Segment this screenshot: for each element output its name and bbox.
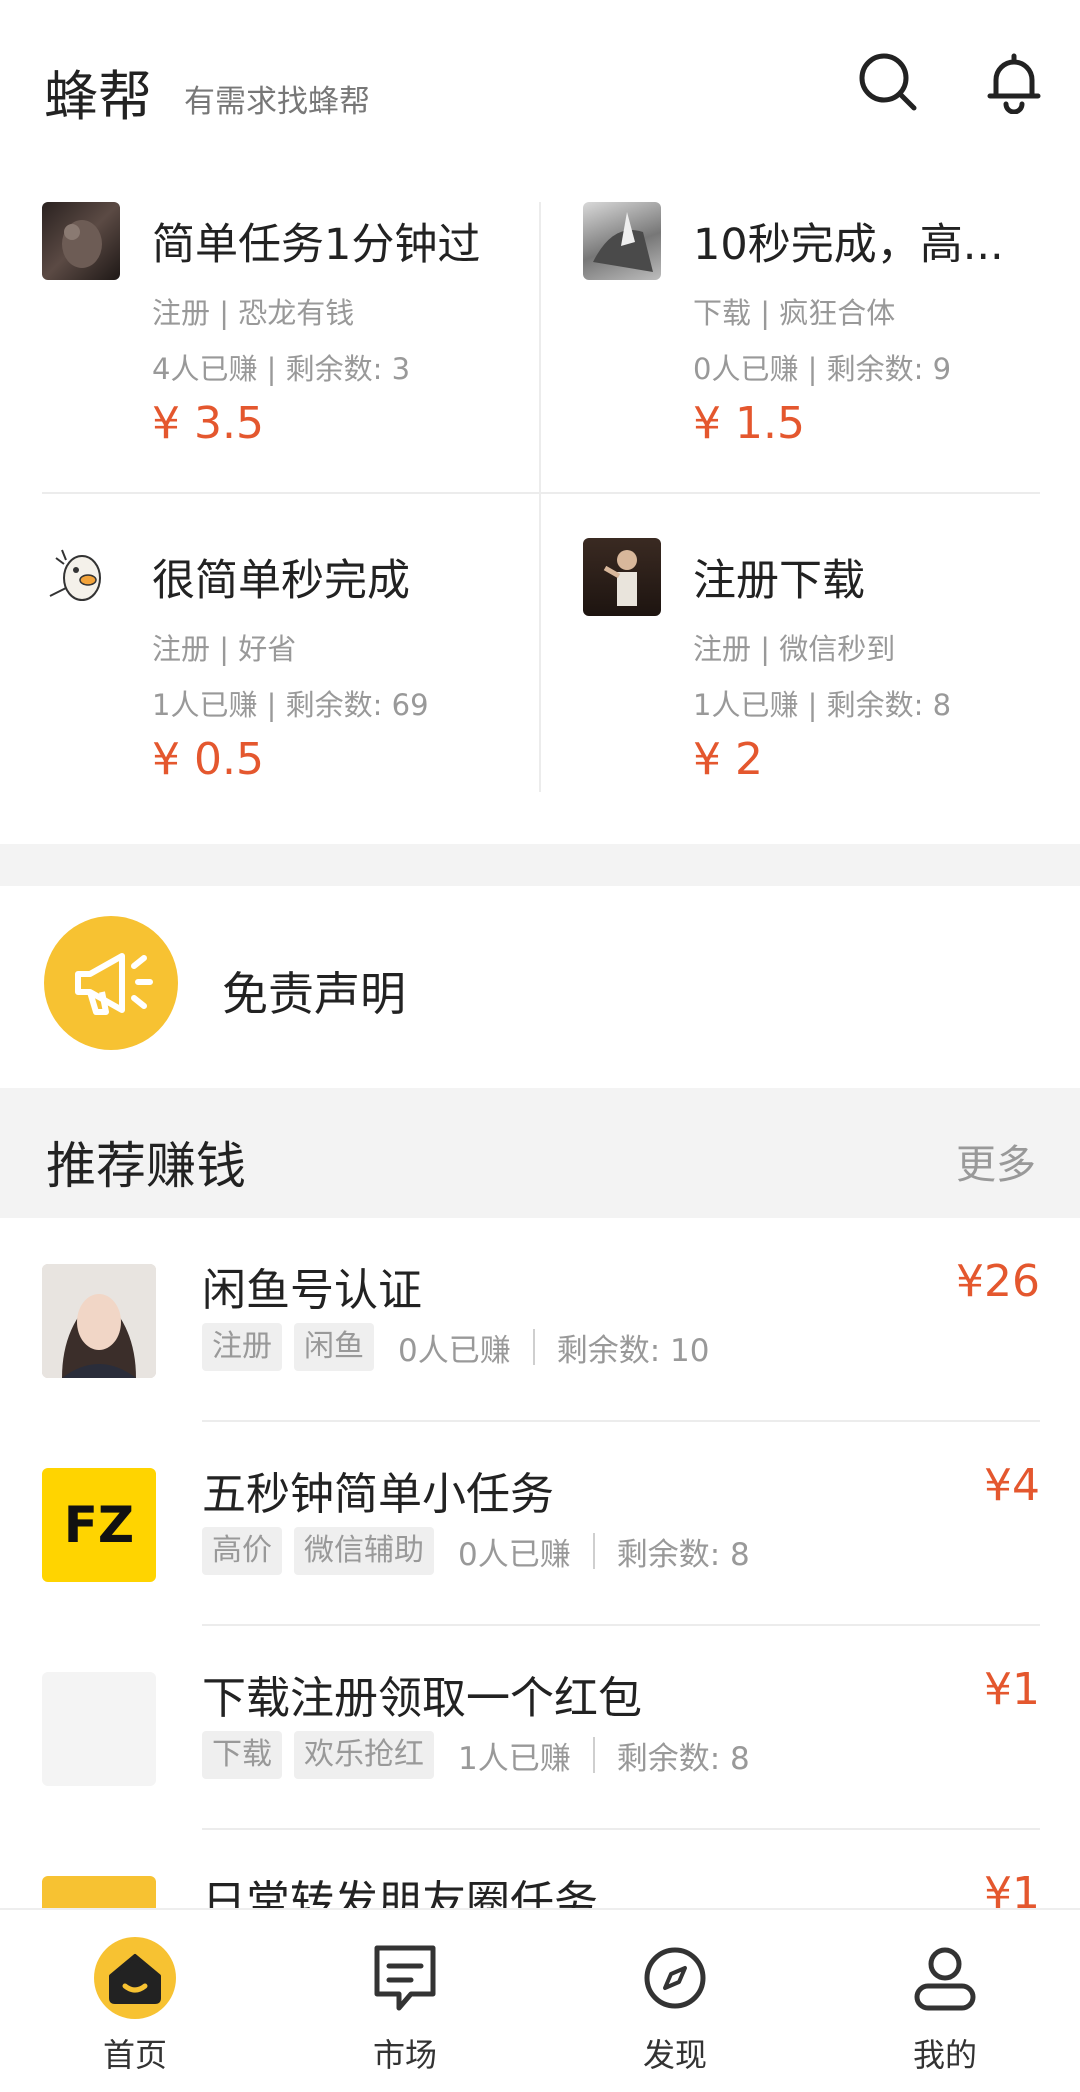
tab-label: 发现 [642,2036,707,2074]
recommended-list: 闲鱼号认证 ¥26 注册 闲鱼 0人已赚 剩余数: 10 FZ 五秒钟简单小任务… [0,1218,1080,1908]
task-title: 五秒钟简单小任务 [202,1469,554,1520]
earned-count: 1人已赚 [458,1740,571,1777]
home-icon [94,1937,176,2019]
task-price: ¥1 [984,1664,1040,1715]
task-title: 10秒完成，高... [693,220,1004,270]
tab-discover[interactable]: 发现 [540,1910,810,2092]
currency-symbol: ¥ [693,398,721,449]
featured-card[interactable]: 10秒完成，高... 下载 | 疯狂合体 0人已赚 | 剩余数: 9 ¥1.5 [583,190,1080,480]
tab-profile[interactable]: 我的 [810,1910,1080,2092]
list-item[interactable]: 闲鱼号认证 ¥26 注册 闲鱼 0人已赚 剩余数: 10 [0,1218,1080,1422]
megaphone-icon [44,916,178,1050]
price-value: 1.5 [735,398,805,449]
task-title: 闲鱼号认证 [202,1265,422,1316]
currency-symbol: ¥ [152,398,180,449]
task-stats: 4人已赚 | 剩余数: 3 [152,352,411,386]
task-tag: 微信辅助 [294,1527,434,1575]
task-meta: 注册 | 恐龙有钱 [152,296,355,330]
task-price: ¥0.5 [152,734,264,785]
featured-card[interactable]: 注册下载 注册 | 微信秒到 1人已赚 | 剩余数: 8 ¥2 [583,526,1080,816]
list-item[interactable]: 日常转发朋友圈任务 ¥1 [0,1830,1080,1908]
fz-logo: FZ [42,1468,156,1582]
task-stats: 0人已赚 | 剩余数: 9 [693,352,952,386]
remaining-count: 剩余数: 8 [616,1536,750,1573]
tab-label: 首页 [102,2036,167,2074]
currency-symbol: ¥ [152,734,180,785]
task-details: 下载 欢乐抢红 1人已赚 剩余数: 8 [202,1730,750,1780]
task-tag: 欢乐抢红 [294,1731,434,1779]
section-gap [0,844,1080,886]
price-value: 3.5 [194,398,264,449]
task-price: ¥1 [984,1868,1040,1908]
task-thumbnail [42,1876,156,1908]
list-item[interactable]: 下载注册领取一个红包 ¥1 下载 欢乐抢红 1人已赚 剩余数: 8 [0,1626,1080,1830]
task-avatar [42,1264,156,1378]
grid-horizontal-divider [42,492,1040,494]
task-tag: 高价 [202,1527,282,1575]
logo-text: FZ [63,1496,135,1554]
task-details: 高价 微信辅助 0人已赚 剩余数: 8 [202,1526,750,1576]
task-title: 下载注册领取一个红包 [202,1673,642,1724]
tab-market[interactable]: 市场 [270,1910,540,2092]
tab-label: 市场 [372,2036,437,2074]
featured-card[interactable]: 很简单秒完成 注册 | 好省 1人已赚 | 剩余数: 69 ¥0.5 [42,526,542,816]
task-price: ¥2 [693,734,763,785]
profile-icon [914,1947,976,2011]
featured-card[interactable]: 简单任务1分钟过 注册 | 恐龙有钱 4人已赚 | 剩余数: 3 ¥3.5 [42,190,542,480]
task-details: 注册 闲鱼 0人已赚 剩余数: 10 [202,1322,709,1372]
section-title: 推荐赚钱 [46,1137,246,1195]
divider [592,1737,595,1773]
task-tag: 下载 [202,1731,282,1779]
task-title: 简单任务1分钟过 [152,220,481,270]
task-meta: 下载 | 疯狂合体 [693,296,896,330]
task-title: 日常转发朋友圈任务 [202,1877,598,1908]
more-link[interactable]: 更多 [956,1132,1036,1190]
market-icon [374,1945,436,2011]
list-item[interactable]: FZ 五秒钟简单小任务 ¥4 高价 微信辅助 0人已赚 剩余数: 8 [0,1422,1080,1626]
task-meta: 注册 | 好省 [152,632,297,666]
task-meta: 注册 | 微信秒到 [693,632,896,666]
bottom-tab-bar: 首页 市场 发现 我的 [0,1908,1080,2092]
featured-grid: 简单任务1分钟过 注册 | 恐龙有钱 4人已赚 | 剩余数: 3 ¥3.5 10… [0,190,1080,810]
task-thumbnail [583,202,661,280]
task-tag: 闲鱼 [294,1323,374,1371]
task-stats: 1人已赚 | 剩余数: 69 [152,688,429,722]
recommended-section-header: 推荐赚钱 更多 [0,1088,1080,1218]
top-header: 蜂帮 有需求找蜂帮 [0,0,1080,170]
remaining-count: 剩余数: 10 [556,1332,710,1369]
task-stats: 1人已赚 | 剩余数: 8 [693,688,952,722]
app-title: 蜂帮 [44,65,152,128]
bell-icon[interactable] [982,50,1046,114]
app-subtitle: 有需求找蜂帮 [184,84,370,120]
tab-home[interactable]: 首页 [0,1910,270,2092]
price-value: 0.5 [194,734,264,785]
task-thumbnail [42,202,120,280]
task-price: ¥3.5 [152,398,264,449]
earned-count: 0人已赚 [398,1332,511,1369]
task-price: ¥1.5 [693,398,805,449]
earned-count: 0人已赚 [458,1536,571,1573]
task-title: 注册下载 [693,556,865,606]
currency-symbol: ¥ [693,734,721,785]
divider [592,1533,595,1569]
search-icon[interactable] [856,50,920,114]
price-value: 2 [735,734,763,785]
divider [532,1329,535,1365]
compass-icon [644,1947,706,2009]
task-price: ¥26 [956,1256,1040,1307]
task-tag: 注册 [202,1323,282,1371]
task-price: ¥4 [984,1460,1040,1511]
task-thumbnail-placeholder [42,1672,156,1786]
tab-label: 我的 [912,2036,977,2074]
remaining-count: 剩余数: 8 [616,1740,750,1777]
disclaimer-label: 免责声明 [222,967,406,1021]
task-thumbnail [42,538,120,616]
disclaimer-row[interactable]: 免责声明 [0,886,1080,1088]
task-title: 很简单秒完成 [152,556,410,606]
task-thumbnail [583,538,661,616]
